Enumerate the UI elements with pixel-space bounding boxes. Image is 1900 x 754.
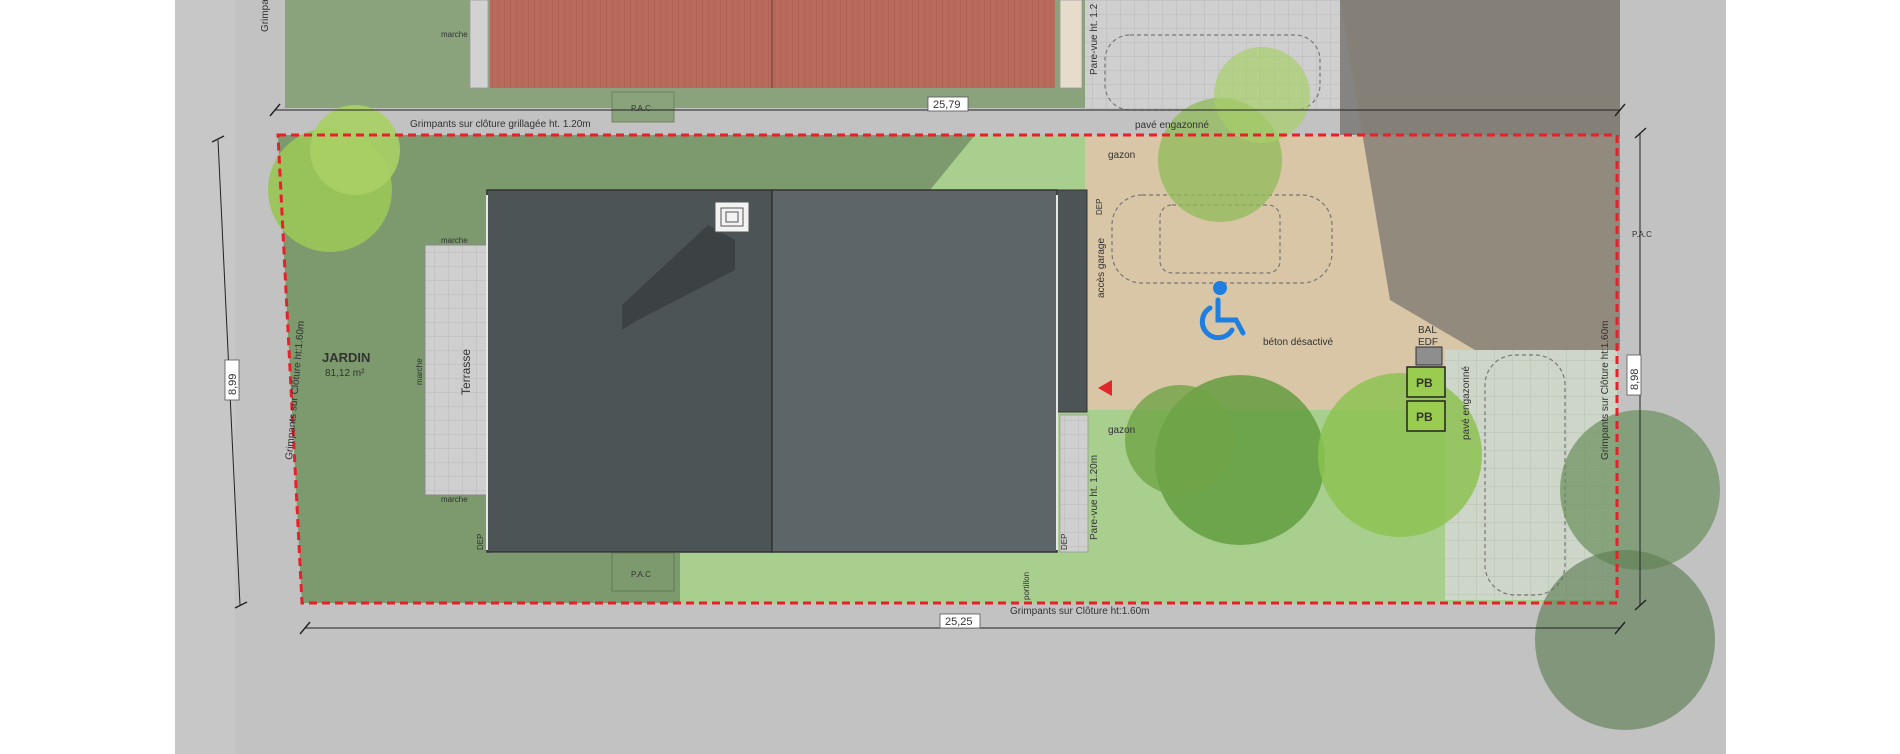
- marche-label-neighbor: marche: [441, 30, 468, 39]
- site-plan: JARDIN 81,12 m² Terrasse marche marche m…: [0, 0, 1900, 754]
- pb-label-1: PB: [1416, 376, 1433, 390]
- jardin-label: JARDIN: [322, 350, 370, 365]
- marche-label-top: marche: [441, 236, 468, 245]
- dim-top: 25,79: [933, 99, 961, 111]
- dep-label-right-top: DEP: [1095, 199, 1104, 215]
- dep-label-right-bottom: DEP: [1060, 534, 1069, 550]
- marche-label-side: marche: [415, 358, 424, 385]
- pac-label-bottom: P.A.C: [631, 570, 651, 579]
- pare-vue-label-top: Pare-vue ht. 1.2: [1089, 3, 1100, 75]
- dim-left: 8,99: [227, 374, 239, 395]
- pare-vue-label: Pare-vue ht. 1.20m: [1089, 455, 1100, 540]
- terrace: [424, 244, 491, 496]
- pave-engazonne-label-top: pavé engazonné: [1135, 120, 1209, 131]
- grimpants-bottom-label: Grimpants sur Clôture ht:1.60m: [1010, 606, 1150, 617]
- pb-label-2: PB: [1416, 410, 1433, 424]
- dep-label-left: DEP: [476, 534, 485, 550]
- beton-label: béton désactivé: [1263, 337, 1333, 348]
- gazon-label-bottom: gazon: [1108, 425, 1135, 436]
- dim-bottom: 25,25: [945, 616, 973, 628]
- pac-label-top: P.A.C: [631, 104, 651, 113]
- chimney-icon: [714, 201, 750, 233]
- pac-label-right: P.A.C: [1632, 230, 1652, 239]
- bal-label: BAL: [1418, 325, 1437, 336]
- gazon-label-top: gazon: [1108, 150, 1135, 161]
- acces-garage-label: accès garage: [1096, 238, 1107, 298]
- grimpants-top-label: Grimpants sur clôture grillagée ht. 1.20…: [410, 119, 591, 130]
- terrasse-label: Terrasse: [459, 349, 473, 395]
- pave-engazonne-label-right: pavé engazonné: [1461, 366, 1472, 440]
- dim-right: 8,98: [1629, 369, 1641, 390]
- edf-label: EDF: [1418, 337, 1438, 348]
- jardin-area-label: 81,12 m²: [325, 368, 365, 379]
- grimpants-right-label: Grimpants sur Clôture ht:1.60m: [1600, 321, 1611, 461]
- portillon-label: portillon: [1022, 572, 1031, 600]
- house-roof-right: [771, 189, 1058, 553]
- marche-label-bottom: marche: [441, 495, 468, 504]
- grimpants-top-left-label: Grimpa: [260, 0, 271, 32]
